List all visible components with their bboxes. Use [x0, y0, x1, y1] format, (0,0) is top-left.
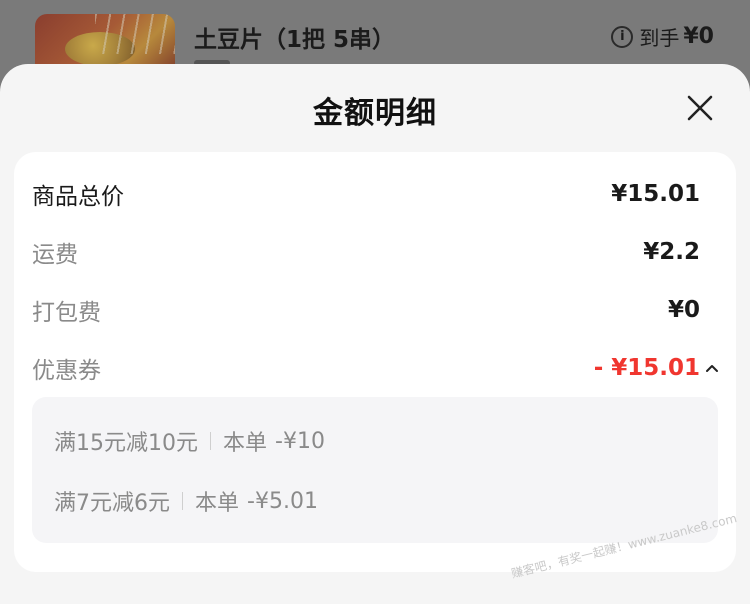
- row-total-price: 商品总价 ¥15.01: [32, 174, 700, 214]
- packing-fee-value: ¥0: [667, 297, 700, 323]
- coupon-detail-box: 满15元减10元 本单 -¥10 满7元减6元 本单 -¥5.01: [32, 397, 718, 543]
- coupon-value-wrap: - ¥15.01: [593, 355, 718, 381]
- total-price-value: ¥15.01: [611, 181, 700, 207]
- coupon-rule: 满15元减10元: [54, 431, 198, 456]
- divider: [210, 432, 211, 450]
- amount-detail-card: 商品总价 ¥15.01 运费 ¥2.2 打包费 ¥0 优惠券 - ¥15.01 …: [14, 152, 736, 572]
- row-coupon[interactable]: 优惠券 - ¥15.01: [32, 348, 718, 388]
- coupon-scope: 本单: [223, 431, 268, 456]
- shipping-value: ¥2.2: [643, 239, 700, 265]
- product-title: 土豆片（1把 5串）: [194, 27, 396, 53]
- coupon-item: 满7元减6元 本单 -¥5.01: [54, 485, 318, 517]
- row-shipping: 运费 ¥2.2: [32, 232, 700, 272]
- coupon-scope: 本单: [195, 491, 240, 516]
- chevron-up-icon[interactable]: [704, 360, 720, 376]
- final-price-info: i 到手 ¥0: [611, 22, 714, 51]
- shipping-label: 运费: [32, 242, 78, 268]
- final-price-value: ¥0: [683, 24, 714, 49]
- final-price-label: 到手: [639, 26, 680, 50]
- total-price-label: 商品总价: [32, 184, 124, 210]
- row-packing: 打包费 ¥0: [32, 290, 700, 330]
- divider: [182, 492, 183, 510]
- close-icon: [687, 95, 713, 121]
- coupon-item: 满15元减10元 本单 -¥10: [54, 425, 325, 457]
- close-button[interactable]: [684, 92, 716, 124]
- sheet-title: 金额明细: [313, 96, 437, 131]
- coupon-rule: 满7元减6元: [54, 491, 170, 516]
- coupon-amount: -¥10: [275, 428, 325, 454]
- amount-detail-sheet: 金额明细 商品总价 ¥15.01 运费 ¥2.2 打包费 ¥0 优惠券 - ¥1…: [0, 64, 750, 604]
- coupon-amount: -¥5.01: [247, 488, 318, 514]
- coupon-label: 优惠券: [32, 358, 101, 384]
- info-icon: i: [611, 25, 634, 48]
- coupon-value: - ¥15.01: [593, 355, 700, 381]
- packing-fee-label: 打包费: [32, 300, 101, 326]
